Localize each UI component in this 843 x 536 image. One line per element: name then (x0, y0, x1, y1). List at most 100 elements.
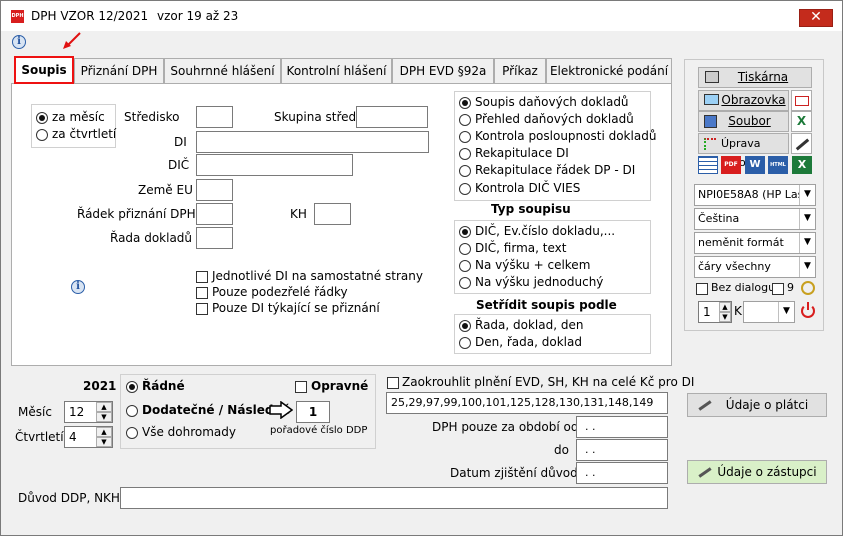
chevron-down-icon: ▼ (799, 185, 815, 205)
tab-prikaz[interactable]: Příkaz (494, 58, 546, 84)
format-select-value: neměnit formát (698, 236, 784, 249)
uprava-button[interactable]: Úprava repor (698, 133, 789, 169)
radio-typ-vysku-celkem[interactable] (459, 260, 471, 272)
excel-icon[interactable]: X (791, 111, 812, 132)
udaje-zastupci-button[interactable]: Údaje o zástupci (687, 460, 827, 484)
radio-typ-vysku-jednoduchy[interactable] (459, 277, 471, 289)
power-icon[interactable] (801, 302, 815, 318)
radio-radne[interactable] (126, 381, 138, 393)
check-opravne[interactable] (295, 381, 307, 393)
tab-kontrolni-hlaseni[interactable]: Kontrolní hlášení (281, 58, 392, 84)
check-only-di[interactable] (196, 303, 208, 315)
label-mesic: Měsíc (18, 405, 52, 419)
dic-input[interactable] (196, 154, 353, 176)
settings-icon[interactable] (801, 281, 815, 295)
label-typ-dic-firma: DIČ, firma, text (475, 241, 567, 255)
radio-typ-dic-firma[interactable] (459, 243, 471, 255)
radio-vse[interactable] (126, 427, 138, 439)
rada-dokladu-input[interactable] (196, 227, 233, 249)
ctvrtleti-up[interactable]: ▲ (96, 427, 112, 437)
stredisko-input[interactable] (196, 106, 233, 128)
label-do: do (554, 443, 569, 457)
pdf-icon[interactable]: PDF (721, 156, 741, 174)
radio-dodatecne[interactable] (126, 405, 138, 417)
label-soupis-dokladu: Soupis daňových dokladů (475, 95, 629, 109)
rows-input[interactable]: 25,29,97,99,100,101,125,128,130,131,148,… (386, 392, 668, 414)
arrow-pointer-icon (63, 32, 81, 49)
tab-soupis[interactable]: Soupis (14, 56, 74, 84)
tab-dph-evd[interactable]: DPH EVD §92a (392, 58, 494, 84)
ddp-number-input[interactable]: 1 (296, 401, 330, 423)
excel-mini-icon[interactable]: X (792, 156, 812, 174)
label-bez-dialogu: Bez dialogu (711, 281, 776, 294)
mesic-up[interactable]: ▲ (96, 402, 112, 412)
report-edit-icon (704, 138, 716, 150)
zeme-eu-input[interactable] (196, 179, 233, 201)
copies-up[interactable]: ▲ (719, 302, 731, 312)
radio-rekapitulace-radek[interactable] (459, 165, 471, 177)
label-za-mesic: za měsíc (52, 110, 105, 124)
label-datum: Datum zjištění důvodu (450, 466, 586, 480)
word-icon[interactable]: W (745, 156, 765, 174)
check-separate-pages[interactable] (196, 271, 208, 283)
email-icon[interactable] (791, 90, 812, 111)
check-suspicious[interactable] (196, 287, 208, 299)
language-select[interactable]: Čeština ▼ (694, 208, 816, 230)
skupina-input[interactable] (356, 106, 428, 128)
radio-soupis-dokladu[interactable] (459, 97, 471, 109)
k-select[interactable]: ▼ (743, 301, 795, 323)
check-zaokrouhlit[interactable] (387, 377, 399, 389)
html-icon[interactable]: HTML (768, 156, 788, 174)
table-icon[interactable] (698, 156, 718, 174)
check-bez-dialogu[interactable] (696, 283, 708, 295)
radio-setridit-den[interactable] (459, 337, 471, 349)
label-typ-vysku-celkem: Na výšku + celkem (475, 258, 591, 272)
ctvrtleti-value: 4 (69, 430, 77, 444)
year-label: 2021 (83, 379, 117, 393)
radio-setridit-rada[interactable] (459, 320, 471, 332)
label-za-ctvrtleti: za čtvrtletí (52, 127, 117, 141)
soubor-button[interactable]: Soubor (698, 111, 789, 132)
lines-select[interactable]: čáry všechny ▼ (694, 256, 816, 278)
main-window: DPH DPH VZOR 12/2021 vzor 19 až 23 ✕ i S… (0, 0, 843, 536)
tiskarna-label: Tiskárna (737, 70, 789, 84)
duvod-input[interactable] (120, 487, 668, 509)
pen-icon[interactable] (791, 133, 812, 154)
obrazovka-button[interactable]: Obrazovka (698, 90, 789, 111)
copies-spinner[interactable]: 1 ▲ ▼ (698, 301, 732, 323)
radio-rekapitulace-di[interactable] (459, 148, 471, 160)
copies-down[interactable]: ▼ (719, 312, 731, 322)
setridit-header: Setřídit soupis podle (476, 298, 617, 312)
label-skupina: Skupina střed. (274, 110, 360, 124)
printer-select[interactable]: NPI0E58A8 (HP Lase ▼ (694, 184, 816, 206)
printer-icon (705, 71, 719, 83)
do-input[interactable]: . . (576, 439, 668, 461)
tab-elektronicke-podani[interactable]: Elektronické podání (546, 58, 672, 84)
radio-kontrola-posloupnosti[interactable] (459, 131, 471, 143)
close-button[interactable]: ✕ (799, 9, 833, 27)
ctvrtleti-down[interactable]: ▼ (96, 437, 112, 447)
dph-od-input[interactable]: . . (576, 416, 668, 438)
udaje-platci-button[interactable]: Údaje o plátci (687, 393, 827, 417)
radio-typ-dic-ev[interactable] (459, 226, 471, 238)
label-dic: DIČ (168, 158, 190, 172)
info-icon[interactable]: i (12, 35, 26, 49)
radek-priznani-input[interactable] (196, 203, 233, 225)
tab-souhrnne-hlaseni[interactable]: Souhrnné hlášení (164, 58, 281, 84)
tab-priznani-dph[interactable]: Přiznání DPH (74, 58, 164, 84)
panel-info-icon[interactable]: i (71, 280, 85, 294)
tiskarna-button[interactable]: Tiskárna (698, 67, 812, 88)
radio-za-ctvrtleti[interactable] (36, 129, 48, 141)
radio-za-mesic[interactable] (36, 112, 48, 124)
kh-input[interactable] (314, 203, 351, 225)
radio-kontrola-dic-vies[interactable] (459, 183, 471, 195)
mesic-down[interactable]: ▼ (96, 412, 112, 422)
mesic-spinner[interactable]: 12 ▲ ▼ (64, 401, 113, 423)
radio-prehled-dokladu[interactable] (459, 114, 471, 126)
label-kontrola-dic-vies: Kontrola DIČ VIES (475, 181, 581, 195)
ctvrtleti-spinner[interactable]: 4 ▲ ▼ (64, 426, 113, 448)
di-input[interactable] (196, 131, 429, 153)
check-nine[interactable] (772, 283, 784, 295)
format-select[interactable]: neměnit formát ▼ (694, 232, 816, 254)
datum-input[interactable]: . . (576, 462, 668, 484)
